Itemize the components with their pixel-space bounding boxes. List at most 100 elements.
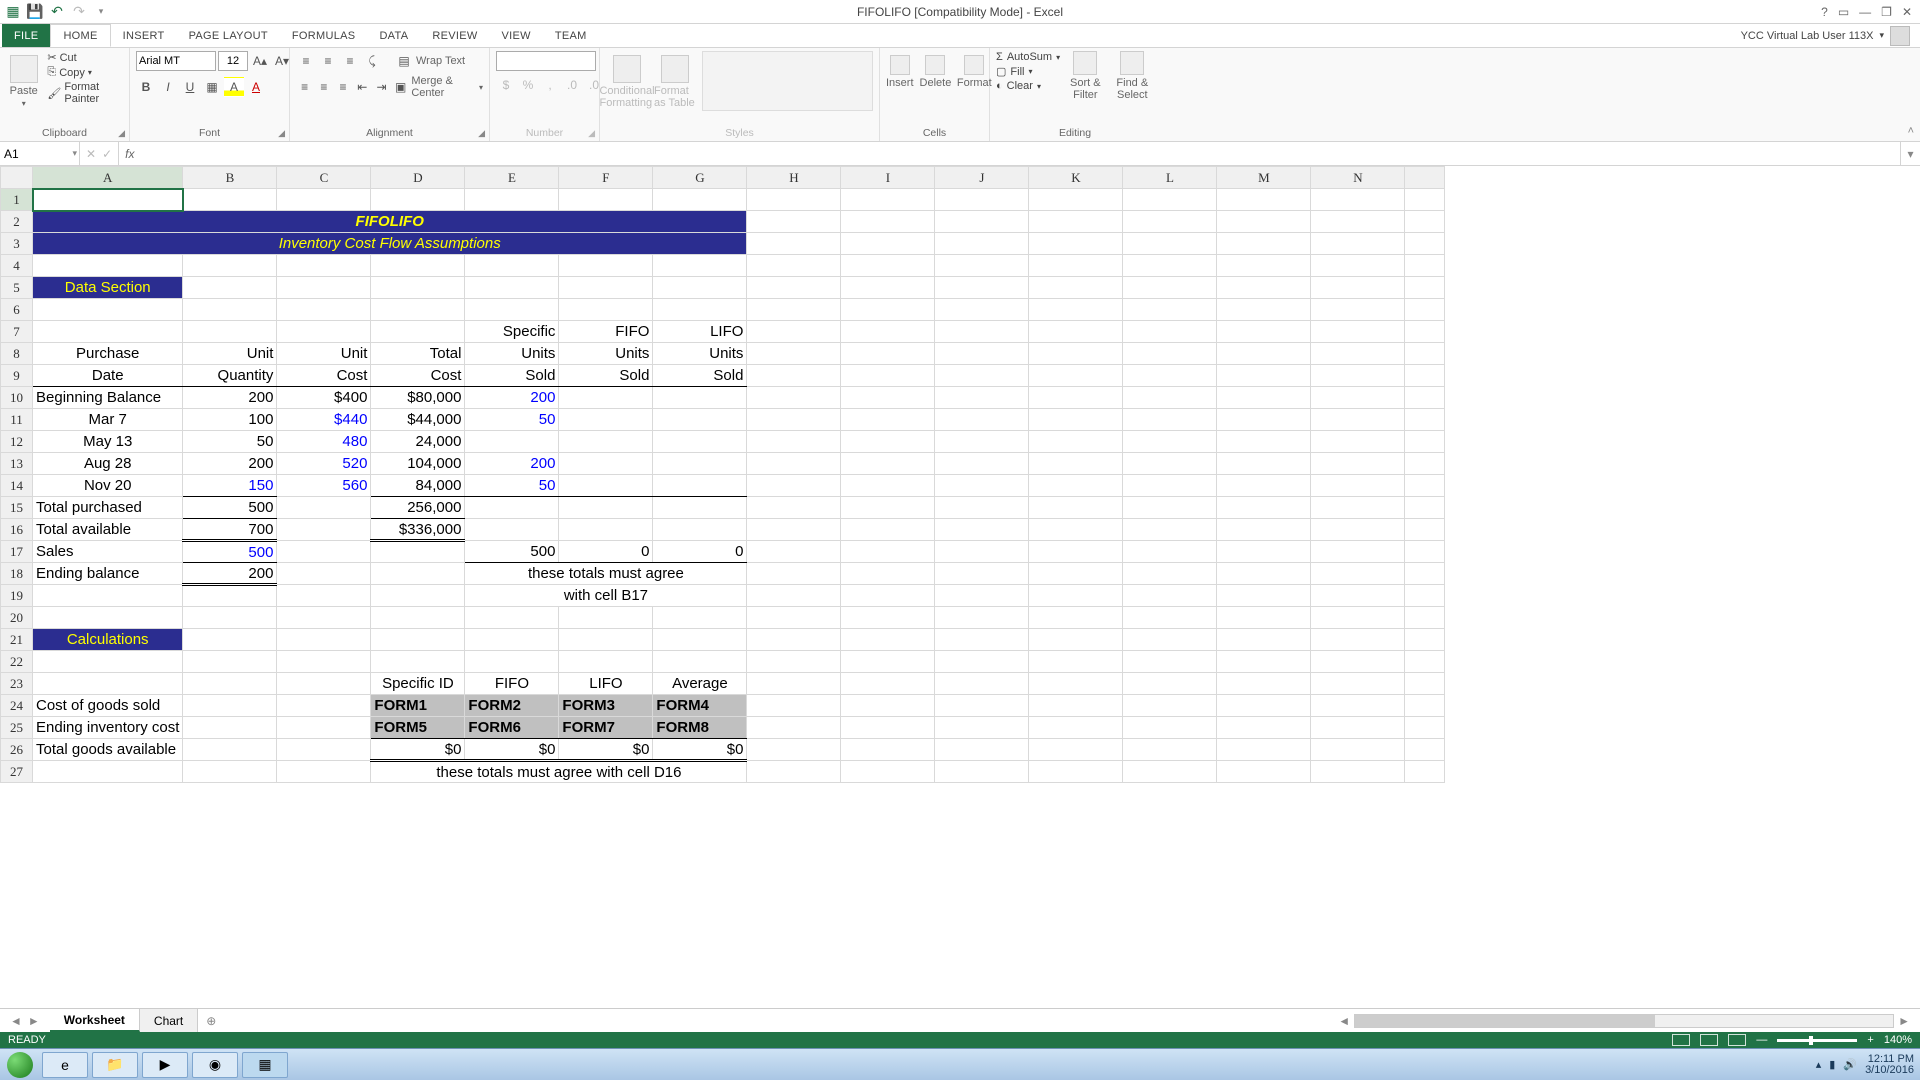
row-header[interactable]: 14 xyxy=(1,475,33,497)
decrease-indent-icon[interactable]: ⇤ xyxy=(354,77,371,97)
launcher-icon[interactable]: ◢ xyxy=(478,128,485,139)
tab-review[interactable]: REVIEW xyxy=(420,24,489,47)
taskbar-app-media[interactable]: ▶ xyxy=(142,1052,188,1078)
tab-insert[interactable]: INSERT xyxy=(111,24,177,47)
row-header[interactable]: 3 xyxy=(1,233,33,255)
sheet-nav-prev-icon[interactable]: ◄ xyxy=(10,1014,22,1028)
sheet-tab-chart[interactable]: Chart xyxy=(140,1009,198,1032)
tray-clock[interactable]: 12:11 PM 3/10/2016 xyxy=(1865,1054,1914,1076)
paste-button[interactable]: Paste▾ xyxy=(6,51,41,108)
row-header[interactable]: 12 xyxy=(1,431,33,453)
bold-button[interactable]: B xyxy=(136,77,156,97)
calculations-section-label[interactable]: Calculations xyxy=(33,629,183,651)
new-sheet-button[interactable]: ⊕ xyxy=(198,1009,224,1032)
minimize-icon[interactable]: — xyxy=(1859,5,1871,19)
row-header[interactable]: 23 xyxy=(1,673,33,695)
italic-button[interactable]: I xyxy=(158,77,178,97)
format-painter-button[interactable]: 🖌Format Painter xyxy=(47,81,123,105)
taskbar-app-explorer[interactable]: 📁 xyxy=(92,1052,138,1078)
taskbar-app-chrome[interactable]: ◉ xyxy=(192,1052,238,1078)
fill-color-button[interactable]: A xyxy=(224,77,244,97)
cell-styles-gallery[interactable] xyxy=(702,51,873,111)
format-cells-button[interactable]: Format xyxy=(957,51,991,89)
row-header[interactable]: 17 xyxy=(1,541,33,563)
tab-file[interactable]: FILE xyxy=(2,24,50,47)
taskbar-app-excel[interactable]: ▦ xyxy=(242,1052,288,1078)
row-header[interactable]: 18 xyxy=(1,563,33,585)
account-user[interactable]: YCC Virtual Lab User 113X ▾ xyxy=(1741,24,1920,47)
launcher-icon[interactable]: ◢ xyxy=(278,128,285,139)
launcher-icon[interactable]: ◢ xyxy=(118,128,125,139)
scroll-right-icon[interactable]: ► xyxy=(1898,1014,1910,1028)
row-header[interactable]: 8 xyxy=(1,343,33,365)
row-header[interactable]: 19 xyxy=(1,585,33,607)
row-header[interactable]: 9 xyxy=(1,365,33,387)
font-size-select[interactable] xyxy=(218,51,248,71)
align-bottom-icon[interactable]: ≡ xyxy=(340,51,360,71)
row-header[interactable]: 11 xyxy=(1,409,33,431)
fx-icon[interactable]: fx xyxy=(119,142,140,165)
zoom-in-icon[interactable]: + xyxy=(1867,1034,1873,1046)
align-right-icon[interactable]: ≡ xyxy=(334,77,351,97)
format-as-table-button[interactable]: Format as Table xyxy=(654,51,696,109)
col-header[interactable]: J xyxy=(935,167,1029,189)
start-button[interactable] xyxy=(0,1049,40,1081)
normal-view-icon[interactable] xyxy=(1672,1034,1690,1046)
data-section-label[interactable]: Data Section xyxy=(33,277,183,299)
clear-button[interactable]: ◐Clear ▾ xyxy=(996,80,1060,92)
shrink-font-icon[interactable]: A▾ xyxy=(272,51,292,71)
tray-network-icon[interactable]: ▮ xyxy=(1829,1058,1835,1071)
percent-icon[interactable]: % xyxy=(518,75,538,95)
align-middle-icon[interactable]: ≡ xyxy=(318,51,338,71)
enter-formula-icon[interactable]: ✓ xyxy=(102,147,112,161)
expand-formula-bar-icon[interactable]: ▾ xyxy=(1900,142,1920,165)
row-header[interactable]: 15 xyxy=(1,497,33,519)
autosum-button[interactable]: ΣAutoSum ▾ xyxy=(996,51,1060,63)
page-layout-view-icon[interactable] xyxy=(1700,1034,1718,1046)
save-icon[interactable]: 💾 xyxy=(26,3,44,21)
subtitle-row[interactable]: Inventory Cost Flow Assumptions xyxy=(33,233,747,255)
spreadsheet-grid[interactable]: A B C D E F G H I J K L M N 1 2FIFOLIFO … xyxy=(0,166,1920,1008)
formula-input[interactable] xyxy=(140,142,1900,165)
qat-customize-icon[interactable]: ▾ xyxy=(92,3,110,21)
row-header[interactable]: 24 xyxy=(1,695,33,717)
col-header[interactable]: H xyxy=(747,167,841,189)
row-header[interactable]: 10 xyxy=(1,387,33,409)
underline-button[interactable]: U xyxy=(180,77,200,97)
undo-icon[interactable]: ↶ xyxy=(48,3,66,21)
row-header[interactable]: 25 xyxy=(1,717,33,739)
row-header[interactable]: 1 xyxy=(1,189,33,211)
col-header[interactable]: A xyxy=(33,167,183,189)
comma-icon[interactable]: , xyxy=(540,75,560,95)
taskbar-app-ie[interactable]: e xyxy=(42,1052,88,1078)
page-break-view-icon[interactable] xyxy=(1728,1034,1746,1046)
font-color-button[interactable]: A xyxy=(246,77,266,97)
row-header[interactable]: 5 xyxy=(1,277,33,299)
col-header[interactable]: D xyxy=(371,167,465,189)
select-all-corner[interactable] xyxy=(1,167,33,189)
collapse-ribbon-icon[interactable]: ˄ xyxy=(1908,125,1914,137)
ribbon-display-icon[interactable]: ▭ xyxy=(1838,5,1849,19)
tab-home[interactable]: HOME xyxy=(50,24,110,47)
fill-button[interactable]: ▢Fill ▾ xyxy=(996,65,1060,78)
row-header[interactable]: 27 xyxy=(1,761,33,783)
close-icon[interactable]: ✕ xyxy=(1902,5,1912,19)
sheet-nav-next-icon[interactable]: ► xyxy=(28,1014,40,1028)
scroll-left-icon[interactable]: ◄ xyxy=(1338,1014,1350,1028)
zoom-slider[interactable] xyxy=(1777,1039,1857,1042)
col-header[interactable]: E xyxy=(465,167,559,189)
sort-filter-button[interactable]: Sort & Filter xyxy=(1066,51,1105,101)
col-header[interactable]: C xyxy=(277,167,371,189)
tab-team[interactable]: TEAM xyxy=(543,24,599,47)
border-button[interactable]: ▦ xyxy=(202,77,222,97)
sheet-tab-worksheet[interactable]: Worksheet xyxy=(50,1009,140,1032)
currency-icon[interactable]: $ xyxy=(496,75,516,95)
insert-cells-button[interactable]: Insert xyxy=(886,51,914,89)
tab-formulas[interactable]: FORMULAS xyxy=(280,24,368,47)
copy-button[interactable]: ⎘Copy ▾ xyxy=(47,66,123,79)
col-header[interactable]: L xyxy=(1123,167,1217,189)
launcher-icon[interactable]: ◢ xyxy=(588,128,595,139)
redo-icon[interactable]: ↷ xyxy=(70,3,88,21)
cell-A1[interactable] xyxy=(33,189,183,211)
row-header[interactable]: 20 xyxy=(1,607,33,629)
